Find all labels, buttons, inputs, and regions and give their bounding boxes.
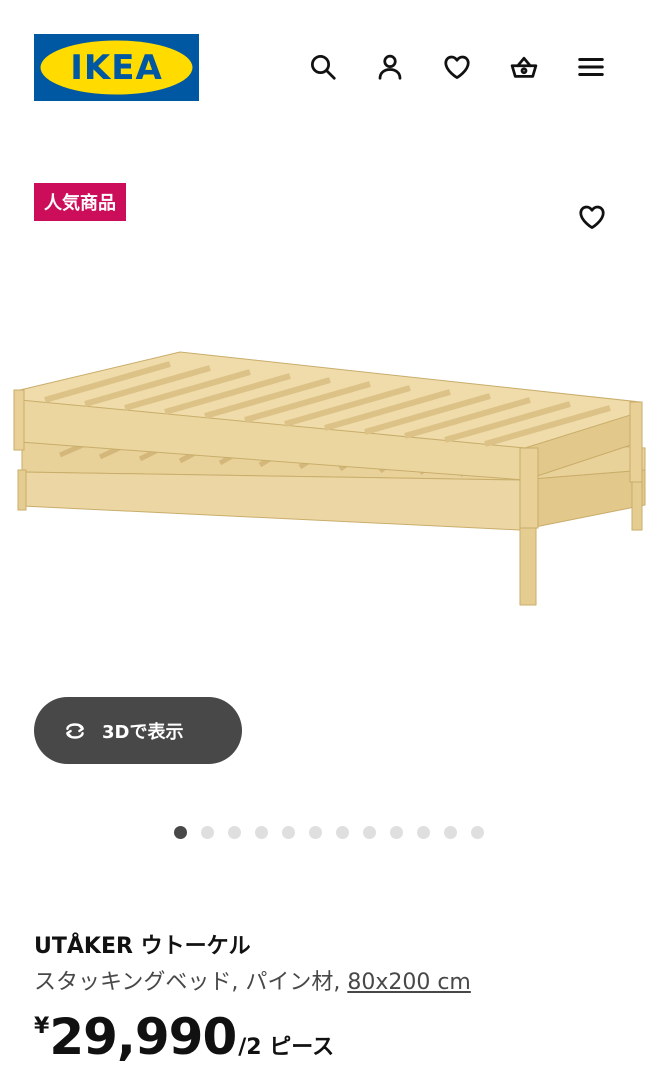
carousel-dot[interactable] <box>201 826 214 839</box>
carousel-dot[interactable] <box>471 826 484 839</box>
product-name: UTÅKER ウトーケル <box>34 934 251 959</box>
product-description-text: スタッキングベッド, パイン材, <box>34 970 348 995</box>
site-header: IKEA <box>0 0 659 130</box>
carousel-dot[interactable] <box>309 826 322 839</box>
carousel-dot[interactable] <box>255 826 268 839</box>
price-currency: ¥ <box>34 1014 50 1039</box>
logo-wordmark: IKEA <box>70 47 163 88</box>
heart-icon[interactable] <box>438 48 476 86</box>
carousel-dot[interactable] <box>336 826 349 839</box>
account-icon[interactable] <box>371 48 409 86</box>
rotate-3d-icon <box>66 722 84 739</box>
view-3d-button[interactable]: 3Dで表示 <box>34 697 242 764</box>
carousel-dot[interactable] <box>363 826 376 839</box>
product-description: スタッキングベッド, パイン材, 80x200 cm <box>34 964 471 996</box>
price-amount: 29,990 <box>49 1008 237 1066</box>
product-price: ¥ 29,990 /2 ピース <box>34 1008 334 1066</box>
search-icon[interactable] <box>304 48 342 86</box>
carousel-dot[interactable] <box>390 826 403 839</box>
price-unit: /2 ピース <box>238 1035 335 1060</box>
product-size-link[interactable]: 80x200 cm <box>347 970 471 995</box>
carousel-dot[interactable] <box>228 826 241 839</box>
popular-badge: 人気商品 <box>34 183 126 221</box>
carousel-pagination <box>174 826 484 839</box>
add-to-favorites-icon[interactable] <box>573 198 611 236</box>
menu-icon[interactable] <box>572 48 610 86</box>
view-3d-label: 3Dで表示 <box>102 721 184 743</box>
product-image[interactable] <box>0 330 659 620</box>
carousel-dot[interactable] <box>417 826 430 839</box>
ikea-logo[interactable]: IKEA <box>34 34 199 101</box>
carousel-dot[interactable] <box>282 826 295 839</box>
stacking-bed-illustration <box>13 351 646 606</box>
carousel-dot[interactable] <box>444 826 457 839</box>
basket-icon[interactable] <box>505 48 543 86</box>
carousel-dot[interactable] <box>174 826 187 839</box>
